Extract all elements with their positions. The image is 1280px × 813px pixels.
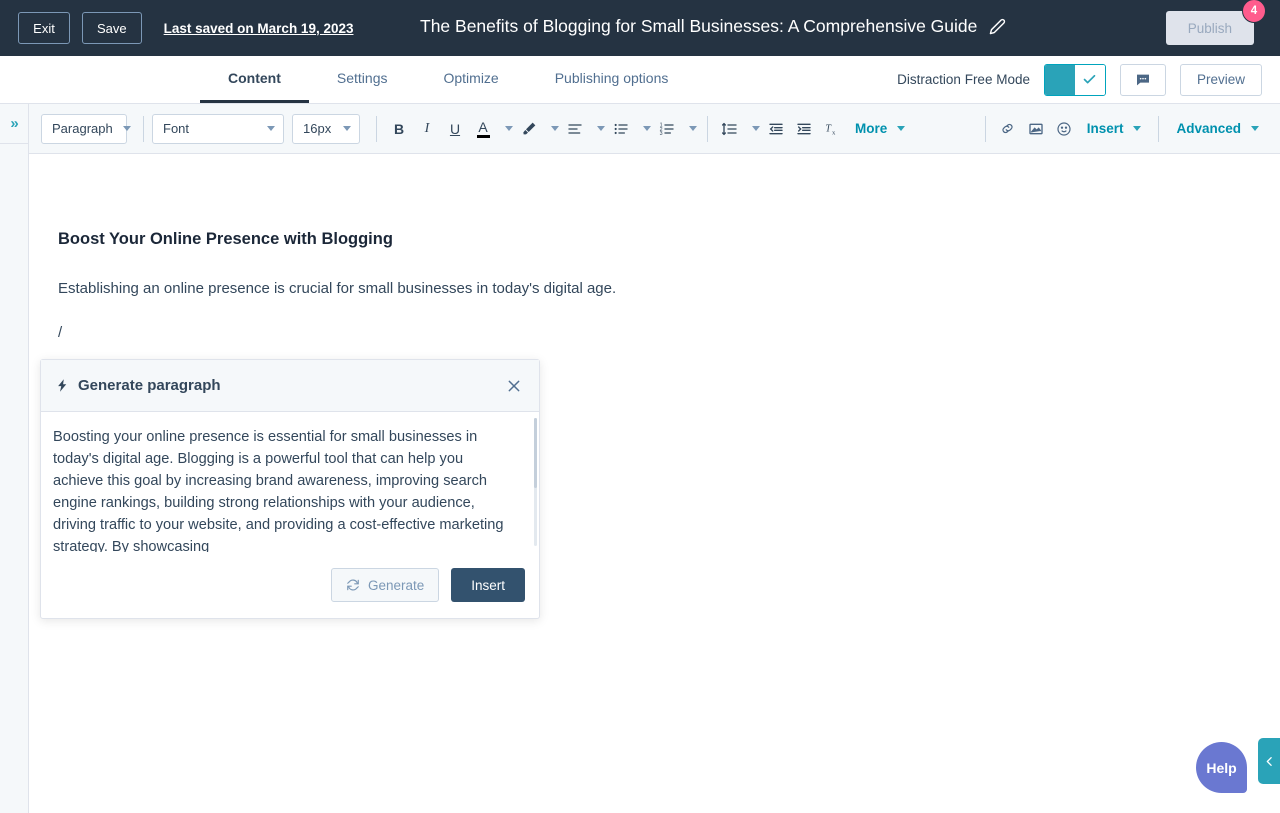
tab-bar: Content Settings Optimize Publishing opt… <box>0 56 1280 104</box>
last-saved-link[interactable]: Last saved on March 19, 2023 <box>164 21 354 36</box>
toolbar-right-group: Insert Advanced <box>977 115 1268 143</box>
more-dropdown[interactable]: More <box>849 115 911 143</box>
line-height-dropdown[interactable] <box>746 115 760 143</box>
refresh-icon <box>346 578 360 592</box>
svg-text:T: T <box>825 123 832 134</box>
link-icon[interactable] <box>996 115 1020 143</box>
tab-settings[interactable]: Settings <box>309 56 416 103</box>
editor-canvas: Boost Your Online Presence with Blogging… <box>29 154 1280 813</box>
generate-panel-header: Generate paragraph <box>41 360 539 412</box>
slash-command-text: / <box>58 324 62 341</box>
insert-button[interactable]: Insert <box>451 568 525 602</box>
advanced-label: Advanced <box>1176 121 1241 136</box>
generate-button-label: Generate <box>368 578 424 593</box>
chevron-down-icon <box>123 126 131 131</box>
numbered-list-dropdown[interactable] <box>683 115 697 143</box>
distraction-free-mode-label: Distraction Free Mode <box>897 72 1030 87</box>
toolbar-divider <box>985 116 986 142</box>
generated-text-scrollbar[interactable] <box>534 418 537 546</box>
document-sheet[interactable]: Boost Your Online Presence with Blogging… <box>29 154 1280 813</box>
chevron-down-icon <box>1133 126 1141 131</box>
generate-panel-body: Boosting your online presence is essenti… <box>41 412 539 552</box>
exit-button[interactable]: Exit <box>18 12 70 44</box>
generate-paragraph-panel: Generate paragraph Boosting your online … <box>40 359 540 619</box>
chevron-down-icon <box>343 126 351 131</box>
generate-button[interactable]: Generate <box>331 568 439 602</box>
image-icon[interactable] <box>1024 115 1048 143</box>
clear-formatting-icon[interactable]: T x <box>820 115 844 143</box>
tab-content[interactable]: Content <box>200 56 309 103</box>
toolbar-divider <box>1158 116 1159 142</box>
distraction-free-mode-toggle[interactable] <box>1044 64 1106 96</box>
tab-publishing-options[interactable]: Publishing options <box>527 56 697 103</box>
preview-button[interactable]: Preview <box>1180 64 1262 96</box>
advanced-dropdown[interactable]: Advanced <box>1170 115 1265 143</box>
toggle-knob <box>1075 65 1105 95</box>
chevron-down-icon <box>267 126 275 131</box>
font-family-select[interactable]: Font <box>152 114 284 144</box>
underline-icon[interactable]: U <box>443 115 467 143</box>
left-gutter: » <box>0 104 29 813</box>
comment-icon[interactable] <box>1120 64 1166 96</box>
indent-icon[interactable] <box>792 115 816 143</box>
generated-text: Boosting your online presence is essenti… <box>53 426 523 552</box>
italic-icon[interactable]: I <box>415 115 439 143</box>
bullet-list-icon[interactable] <box>609 115 633 143</box>
save-button[interactable]: Save <box>82 12 142 44</box>
publish-button[interactable]: Publish <box>1166 11 1254 45</box>
text-color-letter: A <box>478 120 487 134</box>
chevron-down-icon <box>897 126 905 131</box>
tab-list: Content Settings Optimize Publishing opt… <box>200 56 696 103</box>
text-color-icon[interactable]: A <box>471 115 495 143</box>
page-title: The Benefits of Blogging for Small Busin… <box>420 16 977 37</box>
generate-panel-footer: Generate Insert <box>41 552 539 618</box>
publish-badge: 4 <box>1242 0 1266 23</box>
document-title-group: The Benefits of Blogging for Small Busin… <box>420 16 1006 37</box>
outdent-icon[interactable] <box>764 115 788 143</box>
highlight-color-dropdown[interactable] <box>545 115 559 143</box>
bold-icon[interactable]: B <box>387 115 411 143</box>
publish-group: Publish 4 <box>1166 11 1262 45</box>
more-label: More <box>855 121 887 136</box>
top-bar: Exit Save Last saved on March 19, 2023 T… <box>0 0 1280 56</box>
emoji-icon[interactable] <box>1052 115 1076 143</box>
pencil-icon[interactable] <box>989 18 1006 35</box>
chevron-down-icon <box>1251 126 1259 131</box>
insert-dropdown[interactable]: Insert <box>1081 115 1148 143</box>
block-format-select[interactable]: Paragraph <box>41 114 127 144</box>
document-paragraph: Establishing an online presence is cruci… <box>58 280 616 297</box>
document-heading: Boost Your Online Presence with Blogging <box>58 230 393 249</box>
tab-bar-actions: Distraction Free Mode Preview <box>897 56 1280 103</box>
bullet-list-dropdown[interactable] <box>637 115 651 143</box>
check-icon <box>1082 72 1097 87</box>
toolbar-divider <box>707 116 708 142</box>
toolbar-divider <box>143 116 144 142</box>
close-icon[interactable] <box>503 375 525 397</box>
svg-text:x: x <box>832 129 836 136</box>
text-color-dropdown[interactable] <box>499 115 513 143</box>
align-icon[interactable] <box>563 115 587 143</box>
comment-bubble-glyph <box>1135 72 1151 88</box>
generate-panel-title: Generate paragraph <box>78 377 221 394</box>
insert-label: Insert <box>1087 121 1124 136</box>
align-dropdown[interactable] <box>591 115 605 143</box>
font-size-select[interactable]: 16px <box>292 114 360 144</box>
double-chevron-right-icon[interactable]: » <box>0 104 29 144</box>
font-size-value: 16px <box>303 121 333 136</box>
block-format-value: Paragraph <box>52 121 113 136</box>
font-family-value: Font <box>163 121 257 136</box>
highlight-color-icon[interactable] <box>517 115 541 143</box>
svg-text:3: 3 <box>660 131 663 137</box>
text-color-swatch <box>477 135 490 138</box>
tab-optimize[interactable]: Optimize <box>415 56 526 103</box>
lightning-bolt-icon <box>55 378 70 393</box>
help-button[interactable]: Help <box>1196 742 1247 793</box>
numbered-list-icon[interactable]: 1 2 3 <box>655 115 679 143</box>
toggle-track-fill <box>1045 65 1075 95</box>
toolbar-divider <box>376 116 377 142</box>
editor-toolbar: Paragraph Font 16px B I U A <box>29 104 1280 154</box>
chevron-left-icon[interactable] <box>1258 738 1280 784</box>
line-height-icon[interactable] <box>718 115 742 143</box>
